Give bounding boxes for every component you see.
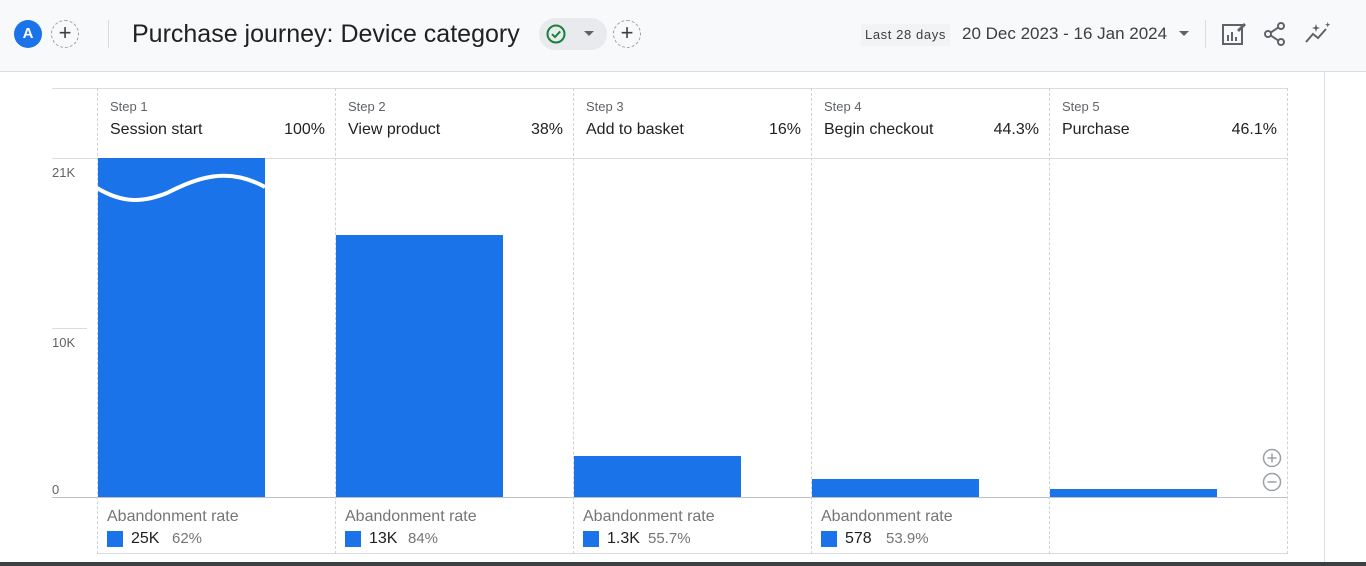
abandonment-count: 1.3K xyxy=(607,530,640,547)
step-header-1: Step 1 Session start 100% xyxy=(98,88,336,158)
share-icon xyxy=(1264,22,1285,46)
insights-icon xyxy=(1305,22,1331,43)
abandonment-cell-4: Abandonment rate 578 53.9% xyxy=(812,498,1050,553)
chart-footer-line xyxy=(97,553,1288,554)
y-tick-label: 21K xyxy=(52,165,76,180)
gridline-10k xyxy=(52,328,87,329)
step-label: Step 3 xyxy=(586,99,624,114)
date-caret-down-icon[interactable] xyxy=(1179,31,1189,36)
date-range-picker[interactable]: 20 Dec 2023 - 16 Jan 2024 xyxy=(962,24,1167,44)
step-label: Step 1 xyxy=(110,99,148,114)
legend-swatch xyxy=(345,531,361,547)
share-button[interactable] xyxy=(1261,20,1289,48)
step-completion-rate: 38% xyxy=(530,121,563,138)
exploration-page: A + Purchase journey: Device category + … xyxy=(0,0,1366,566)
y-tick-label: 10K xyxy=(52,335,76,350)
gridline-21k xyxy=(52,158,97,159)
header-divider xyxy=(108,20,109,48)
abandonment-title: Abandonment rate xyxy=(107,508,239,525)
step-header-4: Step 4 Begin checkout 44.3% xyxy=(812,88,1050,158)
segment-avatar[interactable]: A xyxy=(14,20,42,48)
legend-swatch xyxy=(107,531,123,547)
abandonment-title: Abandonment rate xyxy=(821,508,953,525)
funnel-bar-3[interactable] xyxy=(574,455,741,497)
caret-down-icon xyxy=(584,31,594,36)
abandonment-cell-1: Abandonment rate 25K 62% xyxy=(98,498,336,553)
legend-swatch xyxy=(821,531,837,547)
legend-swatch xyxy=(583,531,599,547)
panel-right-edge xyxy=(1324,72,1325,566)
step-label: Step 5 xyxy=(1062,99,1100,114)
abandonment-title: Abandonment rate xyxy=(345,508,477,525)
step-name: Purchase xyxy=(1062,121,1130,138)
abandonment-rate: 84% xyxy=(408,530,439,547)
date-preset-label: Last 28 days xyxy=(861,24,950,46)
add-segment-button[interactable]: + xyxy=(51,20,79,48)
step-label: Step 2 xyxy=(348,99,386,114)
abandonment-cell-3: Abandonment rate 1.3K 55.7% xyxy=(574,498,812,553)
check-circle-icon xyxy=(546,24,566,44)
axis-break-wave xyxy=(97,173,265,202)
step-completion-rate: 16% xyxy=(768,121,801,138)
step-completion-rate: 100% xyxy=(284,121,325,138)
abandonment-rate: 53.9% xyxy=(886,530,929,547)
insights-button[interactable] xyxy=(1304,20,1332,48)
page-title: Purchase journey: Device category xyxy=(132,20,520,48)
abandonment-rate: 62% xyxy=(172,530,203,547)
step-name: Add to basket xyxy=(586,121,684,138)
abandonment-cell-2: Abandonment rate 13K 84% xyxy=(336,498,574,553)
funnel-bar-1[interactable] xyxy=(98,158,265,497)
step-label: Step 4 xyxy=(824,99,862,114)
step-header-divider xyxy=(97,158,1288,159)
abandonment-count: 25K xyxy=(131,530,160,547)
step-completion-rate: 46.1% xyxy=(1231,121,1277,138)
step-header-2: Step 2 View product 38% xyxy=(336,88,574,158)
funnel-bar-5[interactable] xyxy=(1050,489,1217,497)
funnel-bar-2[interactable] xyxy=(336,235,503,497)
step-name: Session start xyxy=(110,121,203,138)
status-dropdown[interactable] xyxy=(539,18,607,50)
edit-chart-icon xyxy=(1222,23,1246,45)
edit-chart-button[interactable] xyxy=(1220,20,1248,48)
window-bottom-edge xyxy=(0,562,1366,566)
abandonment-count: 578 xyxy=(845,530,872,547)
funnel-bar-4[interactable] xyxy=(812,479,979,497)
step-name: View product xyxy=(348,121,441,138)
zoom-out-icon[interactable] xyxy=(1262,472,1282,492)
header-divider-right xyxy=(1205,20,1206,48)
abandonment-count: 13K xyxy=(369,530,398,547)
step-header-5: Step 5 Purchase 46.1% xyxy=(1050,88,1288,158)
zoom-in-icon[interactable] xyxy=(1262,448,1282,468)
add-comparison-button[interactable]: + xyxy=(613,20,641,48)
step-name: Begin checkout xyxy=(824,121,934,138)
abandonment-title: Abandonment rate xyxy=(583,508,715,525)
abandonment-rate: 55.7% xyxy=(648,530,691,547)
exploration-header: A + Purchase journey: Device category + … xyxy=(0,0,1366,72)
step-header-3: Step 3 Add to basket 16% xyxy=(574,88,812,158)
y-tick-label: 0 xyxy=(52,482,60,497)
step-completion-rate: 44.3% xyxy=(993,121,1039,138)
